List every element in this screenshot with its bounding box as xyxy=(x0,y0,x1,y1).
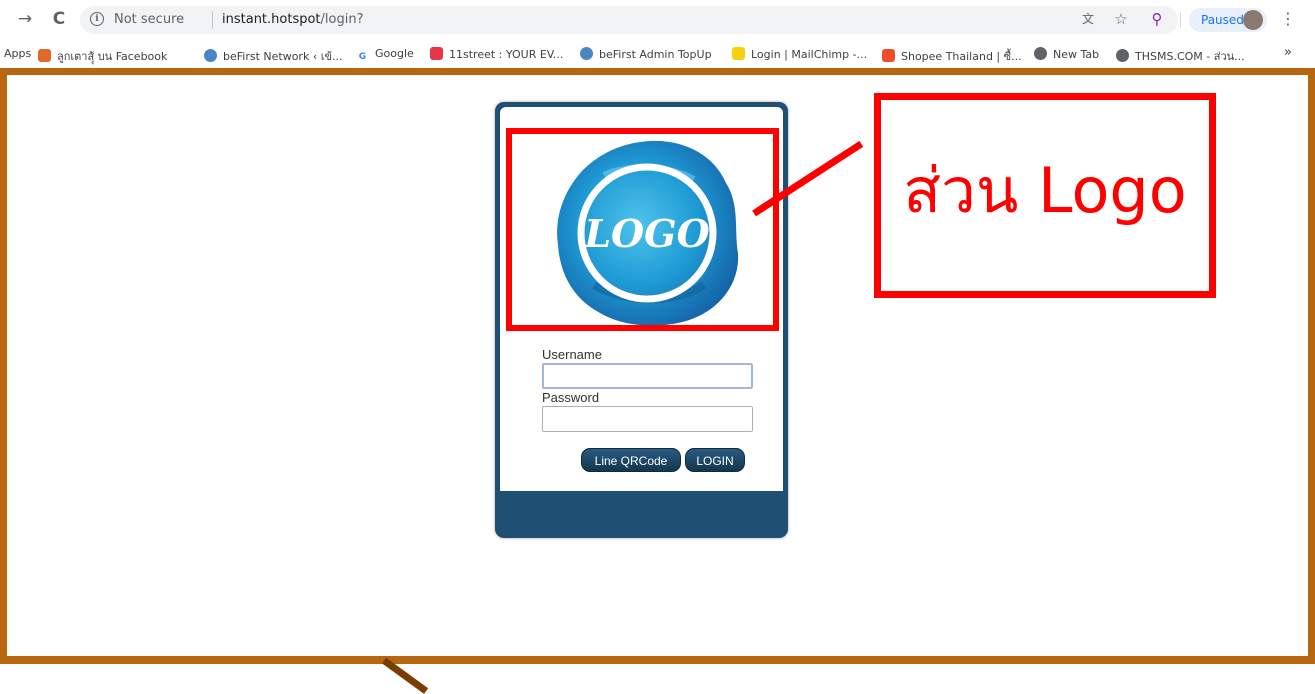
url-separator xyxy=(212,11,213,29)
bookmark-label: THSMS.COM - ส่วน... xyxy=(1135,50,1245,63)
globe-icon xyxy=(204,49,217,62)
bookmarks-overflow-icon[interactable]: » xyxy=(1284,45,1292,60)
bookmark-apps[interactable]: Apps xyxy=(4,47,31,60)
callout-text: ส่วน Logo xyxy=(903,154,1187,227)
newtab-icon xyxy=(1034,47,1047,60)
bookmark-label: 11street : YOUR EV... xyxy=(449,48,564,61)
bookmark-new-tab[interactable]: New Tab xyxy=(1034,47,1099,61)
bookmark-befirst-network[interactable]: beFirst Network ‹ เข้... xyxy=(204,47,343,65)
11street-icon xyxy=(430,47,443,60)
url-host: instant.hotspot xyxy=(222,12,321,27)
search-extension-icon[interactable]: ⚲ xyxy=(1146,8,1168,30)
forward-arrow-icon[interactable]: → xyxy=(14,8,36,30)
newtab-icon xyxy=(1116,49,1129,62)
bookmark-google[interactable]: G Google xyxy=(356,47,414,64)
bookmark-label: New Tab xyxy=(1053,48,1100,61)
bookmark-label: Google xyxy=(375,47,414,60)
translate-icon[interactable]: 文 xyxy=(1077,8,1099,30)
login-button[interactable]: LOGIN xyxy=(685,448,745,472)
paused-label: Paused xyxy=(1201,13,1244,27)
mailchimp-icon xyxy=(732,47,745,60)
avatar xyxy=(1243,10,1263,30)
bookmark-facebook[interactable]: ลูกเตาสฺุ้ บน Facebook xyxy=(38,47,167,65)
bookmark-shopee[interactable]: Shopee Thailand | ซื้... xyxy=(882,47,1022,65)
facebook-icon xyxy=(38,49,51,62)
line-qrcode-button[interactable]: Line QRCode xyxy=(581,448,681,472)
address-bar[interactable]: i Not secure instant.hotspot/login? xyxy=(80,6,1178,34)
password-input[interactable] xyxy=(542,406,753,432)
info-icon[interactable]: i xyxy=(90,12,104,26)
page-frame-bottom xyxy=(0,656,1315,664)
menu-icon[interactable]: ⋮ xyxy=(1280,8,1296,30)
url-text[interactable]: instant.hotspot/login? xyxy=(222,12,363,27)
bookmarks-bar: Apps ลูกเตาสฺุ้ บน Facebook beFirst Netw… xyxy=(0,40,1315,69)
username-label: Username xyxy=(542,347,602,362)
password-label: Password xyxy=(542,390,600,405)
bookmark-mailchimp[interactable]: Login | MailChimp -... xyxy=(732,47,867,61)
shopee-icon xyxy=(882,49,895,62)
toolbar-divider xyxy=(1180,12,1181,28)
bookmark-befirst-admin[interactable]: beFirst Admin TopUp xyxy=(580,47,712,61)
logo-highlight-box xyxy=(506,128,779,331)
bookmark-label: beFirst Network ‹ เข้... xyxy=(223,50,343,63)
security-label: Not secure xyxy=(114,12,185,27)
bookmark-11street[interactable]: 11street : YOUR EV... xyxy=(430,47,563,61)
globe-icon xyxy=(580,47,593,60)
bookmark-label: Login | MailChimp -... xyxy=(751,48,868,61)
callout-box: ส่วน Logo xyxy=(874,93,1216,298)
reload-icon[interactable]: C xyxy=(48,8,70,30)
google-icon: G xyxy=(356,51,369,64)
username-input[interactable] xyxy=(542,363,753,389)
profile-paused-button[interactable]: Paused xyxy=(1189,8,1267,32)
url-path: /login? xyxy=(320,12,364,27)
star-icon[interactable]: ☆ xyxy=(1110,8,1132,30)
bookmark-label: beFirst Admin TopUp xyxy=(599,48,712,61)
bookmark-thsms[interactable]: THSMS.COM - ส่วน... xyxy=(1116,47,1245,65)
bookmark-label: Shopee Thailand | ซื้... xyxy=(901,50,1022,63)
browser-toolbar: → C i Not secure instant.hotspot/login? … xyxy=(0,0,1315,40)
bookmark-label: ลูกเตาสฺุ้ บน Facebook xyxy=(57,50,168,63)
